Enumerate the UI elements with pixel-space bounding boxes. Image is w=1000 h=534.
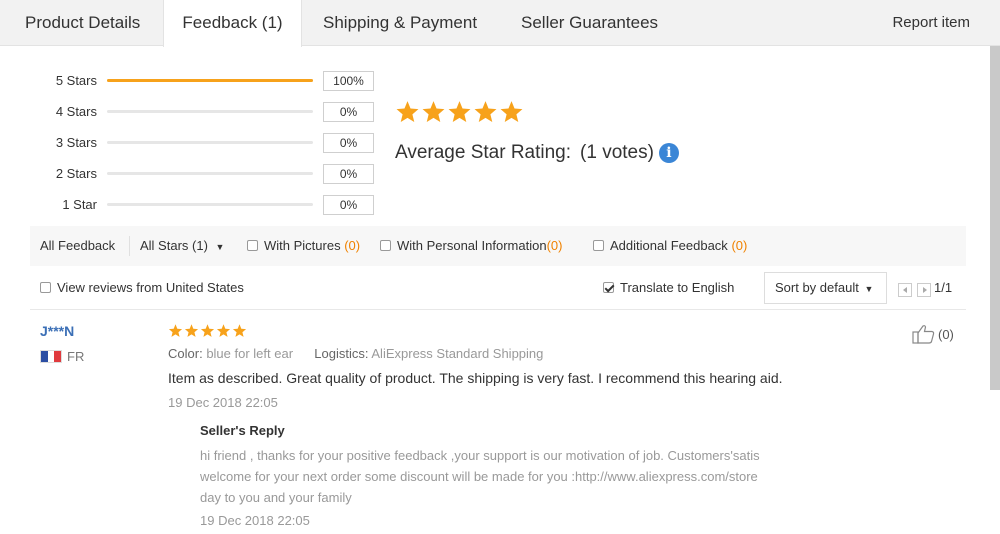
rating-row-5[interactable]: 5 Stars 100% [40,71,380,91]
star-icon [184,324,199,337]
filter-with-pictures[interactable]: With Pictures (0) [247,226,360,266]
review-star-rating [168,323,247,338]
filter-additional-label: Additional Feedback [610,238,728,253]
rating-bar-fill [107,79,313,82]
review-date: 19 Dec 2018 22:05 [168,395,278,410]
review-text: Item as described. Great quality of prod… [168,370,783,386]
star-icon [168,324,183,337]
filter-with-personal-label: With Personal Information [397,238,547,253]
view-us-reviews[interactable]: View reviews from United States [40,272,244,304]
star-icon [200,324,215,337]
tab-product-details[interactable]: Product Details [25,0,140,46]
checkbox[interactable] [40,282,51,293]
votes-count: (1 votes) [580,142,654,163]
rating-row-2[interactable]: 2 Stars 0% [40,164,380,184]
thumbs-up-icon [912,325,935,344]
checkbox[interactable] [380,240,391,251]
rating-bar [107,79,313,82]
tab-bar: Product Details Feedback (1) Shipping & … [0,0,1000,47]
rating-row-4[interactable]: 4 Stars 0% [40,102,380,122]
tab-seller-guarantees[interactable]: Seller Guarantees [521,0,658,46]
rating-row-label: 1 Star [62,197,97,212]
sort-label: Sort by default [775,280,859,295]
translate-to-english[interactable]: Translate to English [603,272,734,304]
translate-label: Translate to English [620,280,735,295]
star-icon [474,101,497,123]
country-code: FR [67,349,85,364]
star-icon [232,324,247,337]
filter-count: (0) [344,238,361,253]
feedback-options-row: View reviews from United States Translat… [30,272,966,308]
tab-feedback[interactable]: Feedback (1) [163,0,302,47]
star-icon [216,324,231,337]
reply-line: welcome for your next order some discoun… [200,469,758,484]
rating-row-label: 3 Stars [55,135,97,150]
rating-row-1[interactable]: 1 Star 0% [40,195,380,215]
chevron-down-icon: ▼ [215,242,225,252]
checkbox[interactable] [603,282,614,293]
divider [129,236,130,256]
next-page-button[interactable] [917,283,931,297]
helpful-count: (0) [938,326,954,342]
info-icon[interactable]: i [658,143,679,163]
reviewer-name: J***N [40,323,75,339]
helpful-button[interactable]: (0) [912,324,954,344]
rating-row-3[interactable]: 3 Stars 0% [40,133,380,153]
review-attributes: Color: blue for left ear Logistics: AliE… [168,346,543,361]
tab-shipping-payment[interactable]: Shipping & Payment [323,0,477,46]
scrollbar[interactable] [990,46,1000,390]
rating-percent: 100% [323,71,374,91]
seller-reply-text: hi friend , thanks for your positive fee… [200,445,808,508]
rating-row-label: 4 Stars [55,104,97,119]
checkbox[interactable] [247,240,258,251]
average-rating-label: Average Star Rating: [395,142,572,163]
star-icon [500,101,523,123]
rating-percent: 0% [323,164,374,184]
rating-row-label: 2 Stars [55,166,97,181]
prev-page-button[interactable] [898,283,912,297]
rating-bar [107,141,313,144]
rating-percent: 0% [323,195,374,215]
chevron-down-icon: ▼ [864,284,874,294]
color-label: Color: [168,346,203,361]
page-indicator: 1/1 [934,280,953,295]
rating-bar [107,203,313,206]
filter-all-stars-dropdown[interactable]: All Stars (1) ▼ [140,226,224,267]
feedback-filter-bar: All Feedback All Stars (1) ▼ With Pictur… [30,226,966,266]
reply-line: day to you and your family [200,490,352,505]
rating-bar [107,110,313,113]
report-item-link[interactable]: Report item [892,0,970,46]
france-flag-icon [40,350,62,363]
divider [30,309,966,310]
rating-bar [107,172,313,175]
logistics-label: Logistics: [314,346,369,361]
star-icon [448,101,471,123]
seller-reply-title: Seller's Reply [200,423,285,438]
filter-with-personal-info[interactable]: With Personal Information(0) [380,226,562,266]
filter-all-stars-label: All Stars (1) [140,238,208,253]
logistics-value: AliExpress Standard Shipping [371,346,544,361]
color-value: blue for left ear [206,346,294,361]
filter-additional-feedback[interactable]: Additional Feedback (0) [593,226,747,266]
reviewer-country: FR [40,349,84,364]
average-rating-line: Average Star Rating: (1 votes) i [395,142,679,164]
average-star-rating [395,99,524,124]
rating-row-label: 5 Stars [55,73,97,88]
star-icon [396,101,419,123]
filter-count: (0) [546,238,563,253]
filter-count: (0) [731,238,748,253]
seller-reply-date: 19 Dec 2018 22:05 [200,513,310,528]
filter-with-pictures-label: With Pictures [264,238,341,253]
star-icon [422,101,445,123]
rating-percent: 0% [323,133,374,153]
reply-line: hi friend , thanks for your positive fee… [200,448,760,463]
checkbox[interactable] [593,240,604,251]
rating-percent: 0% [323,102,374,122]
sort-dropdown[interactable]: Sort by default ▼ [764,272,887,304]
filter-all-feedback[interactable]: All Feedback [40,226,115,266]
view-us-label: View reviews from United States [57,280,244,295]
